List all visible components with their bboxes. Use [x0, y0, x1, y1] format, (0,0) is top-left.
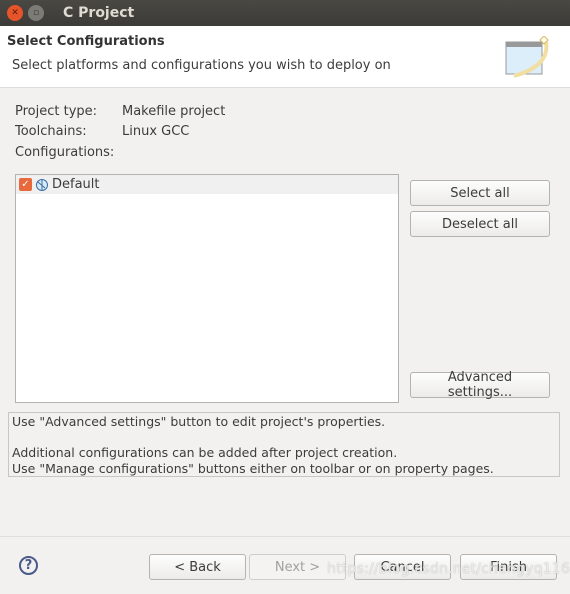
title-bar: ✕ ▫ C Project [0, 0, 570, 26]
advanced-settings-button[interactable]: Advanced settings... [410, 370, 550, 400]
list-item[interactable]: ✓ Default [16, 175, 398, 194]
message-line: Use "Advanced settings" button to edit p… [12, 414, 386, 429]
page-title: Select Configurations [7, 34, 165, 49]
checkbox-checked-icon[interactable]: ✓ [19, 178, 32, 191]
configuration-icon [36, 178, 48, 191]
close-window-button[interactable]: ✕ [7, 5, 23, 21]
toolchains-value: Linux GCC [122, 124, 190, 139]
deselect-all-button[interactable]: Deselect all [410, 211, 550, 237]
configurations-list[interactable]: ✓ Default [15, 174, 399, 403]
message-line: Use "Manage configurations" buttons eith… [12, 461, 494, 476]
project-type-label: Project type: [15, 104, 98, 119]
message-area: Use "Advanced settings" button to edit p… [8, 412, 560, 477]
message-line: Additional configurations can be added a… [12, 445, 398, 460]
project-type-value: Makefile project [122, 104, 226, 119]
wizard-banner-icon [505, 36, 549, 78]
back-button[interactable]: < Back [149, 554, 246, 580]
maximize-window-button[interactable]: ▫ [28, 5, 44, 21]
divider [0, 536, 570, 537]
configuration-name: Default [52, 177, 100, 192]
watermark: https://blog.csdn.net/chengyq116 [327, 561, 570, 577]
select-all-button[interactable]: Select all [410, 180, 550, 206]
toolchains-label: Toolchains: [15, 124, 87, 139]
wizard-header: Select Configurations Select platforms a… [0, 26, 570, 88]
help-icon[interactable]: ? [19, 556, 38, 575]
window-title: C Project [63, 5, 135, 21]
configurations-label: Configurations: [15, 145, 115, 160]
page-subtitle: Select platforms and configurations you … [12, 58, 391, 73]
